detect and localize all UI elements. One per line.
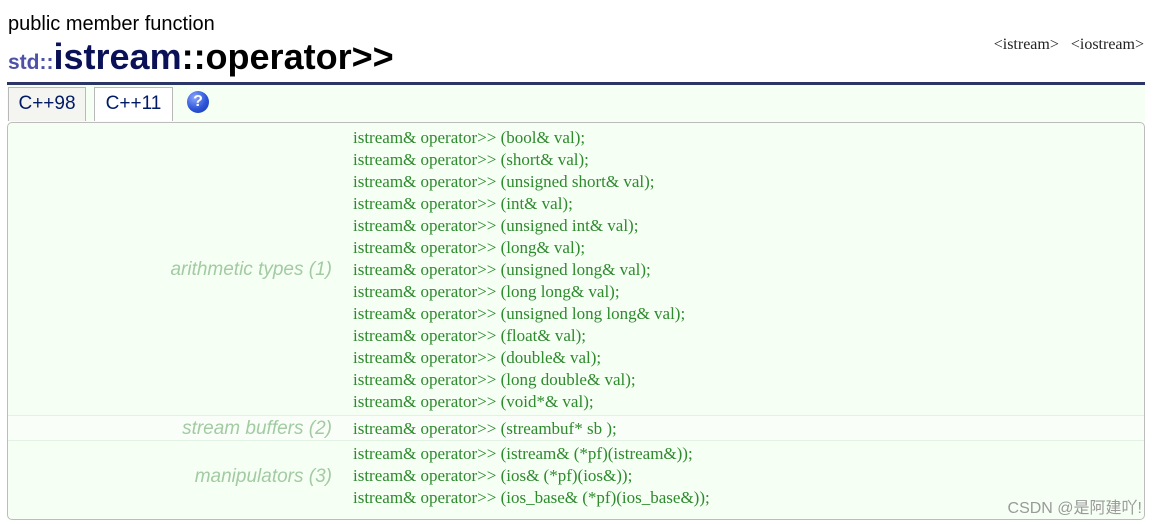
group-manipulators: manipulators (3) istream& operator>> (is…	[8, 443, 1144, 517]
declaration-line: istream& operator>> (float& val);	[353, 326, 587, 345]
declaration-line: istream& operator>> (long double& val);	[353, 370, 636, 389]
declaration-line: istream& operator>> (short& val);	[353, 150, 589, 169]
standard-tab-bar	[7, 85, 1145, 122]
declaration-line: istream& operator>> (long long& val);	[353, 282, 620, 301]
declaration-line: istream& operator>> (ios& (*pf)(ios&));	[353, 466, 633, 485]
tab-cpp98[interactable]: C++98	[8, 87, 86, 121]
group-label: stream buffers (2)	[182, 418, 332, 439]
tab-cpp11[interactable]: C++11	[94, 87, 173, 121]
header-link-istream[interactable]: <istream>	[994, 36, 1059, 53]
title-member-name: ::operator>>	[181, 36, 394, 77]
declaration-line: istream& operator>> (unsigned long long&…	[353, 304, 686, 323]
declaration-line: istream& operator>> (double& val);	[353, 348, 602, 367]
declaration-line: istream& operator>> (long& val);	[353, 238, 586, 257]
group-label: arithmetic types (1)	[170, 259, 332, 280]
declarations-box: arithmetic types (1) istream& operator>>…	[7, 122, 1145, 520]
header-files: <istream> <iostream>	[986, 36, 1144, 54]
declaration-line: istream& operator>> (ios_base& (*pf)(ios…	[353, 488, 710, 507]
declaration-line: istream& operator>> (unsigned int& val);	[353, 216, 639, 235]
help-icon[interactable]: ?	[187, 91, 209, 113]
declaration-line: istream& operator>> (bool& val);	[353, 128, 586, 147]
page-title: std:: istream ::operator>>	[8, 36, 394, 77]
title-class-name: istream	[53, 36, 182, 77]
group-label: manipulators (3)	[194, 466, 332, 487]
declaration-list: istream& operator>> (istream& (*pf)(istr…	[353, 443, 710, 509]
declaration-line: istream& operator>> (istream& (*pf)(istr…	[353, 444, 693, 463]
declaration-line: istream& operator>> (streambuf* sb );	[353, 419, 617, 438]
declaration-line: istream& operator>> (unsigned short& val…	[353, 172, 655, 191]
declaration-line: istream& operator>> (unsigned long& val)…	[353, 260, 651, 279]
declaration-list: istream& operator>> (streambuf* sb );	[353, 418, 617, 440]
group-arithmetic-types: arithmetic types (1) istream& operator>>…	[8, 127, 1144, 414]
title-namespace: std::	[8, 51, 54, 74]
declaration-list: istream& operator>> (bool& val); istream…	[353, 127, 685, 413]
watermark: CSDN @是阿建吖!	[1007, 500, 1142, 517]
header-link-iostream[interactable]: <iostream>	[1071, 36, 1144, 53]
declaration-line: istream& operator>> (int& val);	[353, 194, 573, 213]
member-kind-label: public member function	[8, 13, 215, 35]
group-stream-buffers: stream buffers (2) istream& operator>> (…	[8, 415, 1144, 441]
declaration-line: istream& operator>> (void*& val);	[353, 392, 594, 411]
